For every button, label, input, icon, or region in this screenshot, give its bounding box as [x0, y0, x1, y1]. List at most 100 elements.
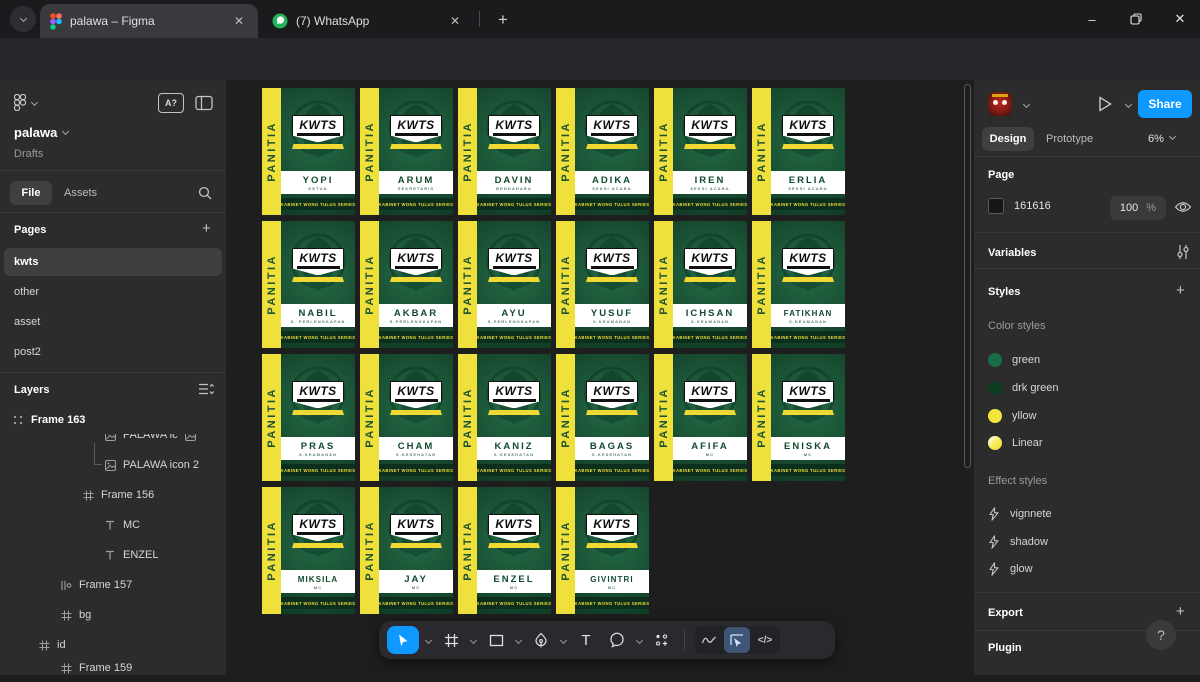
variables-sliders-icon[interactable]: [1176, 244, 1190, 260]
page-item-kwts[interactable]: kwts: [4, 248, 222, 276]
figma-main-menu[interactable]: [14, 94, 37, 111]
browser-tab-figma[interactable]: palawa – Figma ✕: [40, 4, 258, 38]
effect-style-shadow[interactable]: shadow: [988, 532, 1048, 552]
id-card-yusuf[interactable]: PANITIAKWTSYUSUFS.KEAMANANKABINET WONG T…: [556, 221, 649, 348]
id-card-yopi[interactable]: PANITIAKWTSYOPIKETUAKABINET WONG TULUS S…: [262, 88, 355, 215]
id-card-cham[interactable]: PANITIAKWTSCHAMS.KESEHATANKABINET WONG T…: [360, 354, 453, 481]
tab-assets[interactable]: Assets: [64, 187, 97, 199]
id-card-afifa[interactable]: PANITIAKWTSAFIFAMCKABINET WONG TULUS SER…: [654, 354, 747, 481]
id-card-ayu[interactable]: PANITIAKWTSAYUS.PERLENGKAPANKABINET WONG…: [458, 221, 551, 348]
search-icon[interactable]: [198, 186, 212, 200]
layer-enzel[interactable]: ENZEL: [0, 541, 158, 569]
id-card-pras[interactable]: PANITIAKWTSPRASS.KEAMANANKABINET WONG TU…: [262, 354, 355, 481]
id-card-kaniz[interactable]: PANITIAKWTSKANIZS.KESEHATANKABINET WONG …: [458, 354, 551, 481]
kwts-logo-ribbon-icon: [586, 144, 638, 149]
tab-search-button[interactable]: [10, 6, 36, 32]
color-style-drk-green[interactable]: drk green: [988, 378, 1058, 398]
id-card-akbar[interactable]: PANITIAKWTSAKBARS.PERLENGKAPANKABINET WO…: [360, 221, 453, 348]
tab-design[interactable]: Design: [982, 127, 1034, 151]
dev-mode-code-tool[interactable]: </>: [752, 627, 778, 653]
effect-style-glow[interactable]: glow: [988, 559, 1033, 579]
shape-tool[interactable]: [483, 627, 509, 653]
add-export-icon[interactable]: +: [1176, 603, 1185, 620]
canvas-scrollbar[interactable]: [964, 84, 971, 468]
layer-frame-156[interactable]: Frame 156: [0, 481, 154, 509]
kwts-logo: KWTS: [684, 248, 736, 282]
tab-file[interactable]: File: [10, 181, 52, 205]
pen-tool[interactable]: [528, 627, 554, 653]
frame-tool[interactable]: [438, 627, 464, 653]
card-name: MIKSILA: [298, 574, 339, 585]
file-name[interactable]: palawa: [14, 125, 68, 140]
shape-tool-chevron-icon[interactable]: [515, 636, 522, 643]
pen-tool-chevron-icon[interactable]: [560, 636, 567, 643]
page-item-other[interactable]: other: [4, 278, 222, 306]
tab-prototype[interactable]: Prototype: [1046, 133, 1093, 145]
comment-tool[interactable]: [604, 627, 630, 653]
id-card-jay[interactable]: PANITIAKWTSJAYMCKABINET WONG TULUS SERIE…: [360, 487, 453, 614]
kwts-logo-bar: [591, 133, 634, 136]
color-style-yllow[interactable]: yllow: [988, 406, 1036, 426]
file-location[interactable]: Drafts: [14, 148, 43, 160]
id-card-arum[interactable]: PANITIAKWTSARUMSEKRETARISKABINET WONG TU…: [360, 88, 453, 215]
missing-fonts-icon[interactable]: A?: [158, 93, 184, 113]
id-card-fatikhan[interactable]: PANITIAKWTSFATIKHANS.KEAMANANKABINET WON…: [752, 221, 845, 348]
id-card-erlia[interactable]: PANITIAKWTSERLIASEKSI ACARAKABINET WONG …: [752, 88, 845, 215]
id-card-bagas[interactable]: PANITIAKWTSBAGASS.KESEHATANKABINET WONG …: [556, 354, 649, 481]
id-card-adika[interactable]: PANITIAKWTSADIKASEKSI ACARAKABINET WONG …: [556, 88, 649, 215]
chevron-down-icon[interactable]: [1125, 101, 1132, 108]
layer-frame-157[interactable]: Frame 157: [0, 571, 132, 599]
kwts-logo-ribbon-icon: [684, 144, 736, 149]
collapse-layers-icon[interactable]: [198, 382, 214, 396]
zoom-level[interactable]: 6%: [1148, 133, 1175, 145]
id-card-eniska[interactable]: PANITIAKWTSENISKAMCKABINET WONG TULUS SE…: [752, 354, 845, 481]
page-color-swatch[interactable]: [988, 198, 1004, 214]
layer-frame-163[interactable]: Frame 163: [0, 406, 226, 434]
page-item-post2[interactable]: post2: [4, 338, 222, 366]
tab-close-icon[interactable]: ✕: [446, 12, 464, 30]
comment-tool-chevron-icon[interactable]: [636, 636, 643, 643]
color-style-green[interactable]: green: [988, 350, 1040, 370]
layer-bg[interactable]: bg: [0, 601, 91, 629]
layer-frame-159[interactable]: Frame 159: [0, 654, 132, 682]
move-tool[interactable]: [387, 626, 419, 654]
id-card-iren[interactable]: PANITIAKWTSIRENSEKSI ACARAKABINET WONG T…: [654, 88, 747, 215]
id-card-miksila[interactable]: PANITIAKWTSMIKSILAMCKABINET WONG TULUS S…: [262, 487, 355, 614]
tab-close-icon[interactable]: ✕: [230, 12, 248, 30]
toggle-sidebar-icon[interactable]: [194, 93, 214, 113]
help-button[interactable]: ?: [1146, 620, 1176, 650]
id-card-enzel[interactable]: PANITIAKWTSENZELMCKABINET WONG TULUS SER…: [458, 487, 551, 614]
measure-dev-tool[interactable]: [724, 627, 750, 653]
add-page-icon[interactable]: +: [202, 220, 211, 237]
annotate-tool[interactable]: [696, 627, 722, 653]
layer-palawa-icon-2[interactable]: PALAWA icon 2: [0, 451, 199, 479]
chevron-down-icon[interactable]: [1023, 101, 1030, 108]
page-opacity-field[interactable]: 100 %: [1110, 196, 1166, 220]
id-card-givintri[interactable]: PANITIAKWTSGIVINTRIMCKABINET WONG TULUS …: [556, 487, 649, 614]
page-item-asset[interactable]: asset: [4, 308, 222, 336]
id-card-davin[interactable]: PANITIAKWTSDAVINBENDAHARAKABINET WONG TU…: [458, 88, 551, 215]
id-card-ichsan[interactable]: PANITIAKWTSICHSANS.KEAMANANKABINET WONG …: [654, 221, 747, 348]
color-style-Linear[interactable]: Linear: [988, 433, 1043, 453]
close-button[interactable]: ✕: [1158, 0, 1200, 38]
present-play-icon[interactable]: [1098, 96, 1112, 112]
visibility-eye-icon[interactable]: [1174, 199, 1192, 215]
avatar[interactable]: [988, 92, 1012, 116]
share-button[interactable]: Share: [1138, 90, 1192, 118]
new-tab-button[interactable]: +: [490, 7, 516, 33]
browser-tab-whatsapp[interactable]: (7) WhatsApp ✕: [262, 4, 474, 38]
add-style-icon[interactable]: +: [1176, 282, 1185, 299]
minimize-button[interactable]: –: [1070, 0, 1114, 38]
text-tool[interactable]: T: [573, 627, 599, 653]
effect-style-vignnete[interactable]: vignnete: [988, 504, 1052, 524]
actions-tool[interactable]: [649, 627, 675, 653]
move-tool-chevron-icon[interactable]: [425, 636, 432, 643]
page-color-hex[interactable]: 161616: [1014, 200, 1051, 212]
restore-button[interactable]: [1114, 0, 1158, 38]
frame-tool-chevron-icon[interactable]: [470, 636, 477, 643]
id-card-nabil[interactable]: PANITIAKWTSNABILS. PERLENGKAPANKABINET W…: [262, 221, 355, 348]
layer-mc[interactable]: MC: [0, 511, 140, 539]
text-icon: [104, 548, 116, 562]
figma-canvas[interactable]: PANITIAKWTSYOPIKETUAKABINET WONG TULUS S…: [226, 80, 974, 675]
card-name-band: BAGASS.KESEHATAN: [575, 437, 649, 460]
